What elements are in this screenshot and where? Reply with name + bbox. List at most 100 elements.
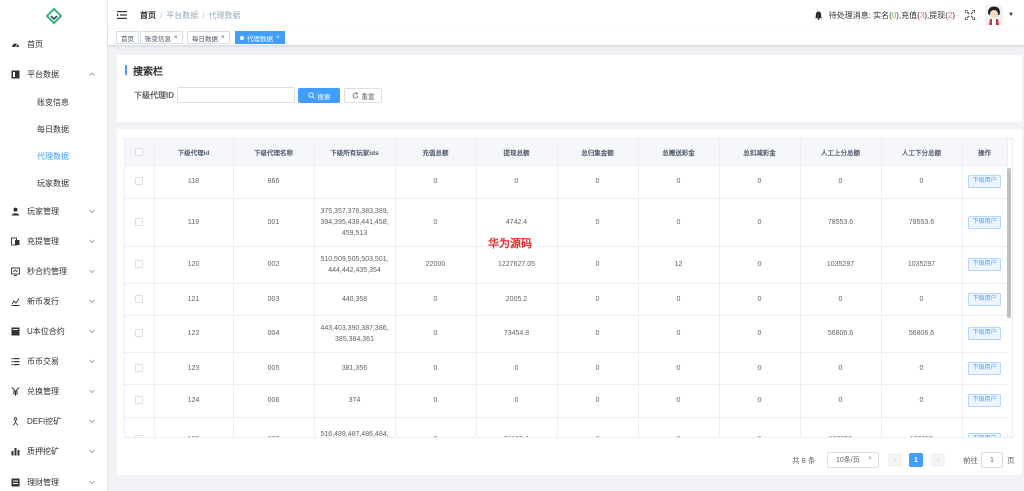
close-icon[interactable]: ×: [276, 35, 280, 41]
sidebar-item-8[interactable]: 兑换管理: [0, 380, 107, 402]
reset-button[interactable]: 重置: [344, 88, 382, 103]
table-cell: 375,357,376,383,389,394,395,438,441,458,…: [314, 198, 396, 247]
sub-users-button[interactable]: 下级用户: [968, 361, 1001, 375]
close-icon[interactable]: ×: [221, 35, 225, 41]
row-select-cell: [125, 165, 155, 199]
table-cell: 0: [395, 352, 477, 385]
column-header: 总赠送彩金: [638, 139, 720, 166]
select-all-checkbox[interactable]: [135, 147, 144, 156]
sidebar-item-2[interactable]: 玩家管理: [0, 200, 107, 222]
tag-0[interactable]: 首页: [116, 31, 139, 44]
column-header: 下级代理名称: [233, 139, 315, 166]
row-checkbox[interactable]: [135, 396, 144, 405]
ucontract-icon: [10, 326, 20, 336]
sidebar-subitem-3[interactable]: 玩家数据: [0, 172, 107, 194]
row-checkbox[interactable]: [135, 260, 144, 269]
row-checkbox[interactable]: [135, 294, 144, 303]
row-select-cell: [125, 315, 155, 353]
sub-agent-id-label: 下级代理ID: [134, 91, 174, 100]
table-row: 123 005 381,356 0 0 0 0 0 0 0 下级用户: [125, 352, 1008, 385]
sidebar-item-9[interactable]: DEFI挖矿: [0, 410, 107, 432]
row-checkbox[interactable]: [135, 177, 144, 186]
sidebar-item-3[interactable]: 充提管理: [0, 230, 107, 252]
row-select-cell: [125, 198, 155, 247]
chevron-up-icon: [88, 70, 96, 78]
chevron-down-icon: [88, 447, 96, 455]
sub-agent-id-input[interactable]: [177, 87, 295, 103]
table-row: 120 002 510,509,505,503,501,444,442,435,35…: [125, 246, 1008, 284]
table-cell: 0: [638, 384, 720, 418]
search-button[interactable]: 搜索: [298, 88, 340, 103]
sidebar-item-7[interactable]: 币币交易: [0, 350, 107, 372]
table-cell: 0: [395, 417, 477, 437]
sub-users-button[interactable]: 下级用户: [968, 433, 1001, 437]
avatar[interactable]: [985, 5, 1003, 25]
sidebar-item-label: DEFI挖矿: [27, 416, 62, 426]
tags-view: 首页 账变信息 × 每日数据 × 代理数据 ×: [108, 30, 1024, 46]
table-cell: 0: [557, 198, 639, 247]
table-cell: 0: [638, 417, 720, 437]
notice-deposit-label: ),充值(: [896, 10, 920, 20]
notice-withdraw-label: ),提现(: [924, 10, 948, 20]
table-cell: 12: [638, 246, 720, 284]
bell-icon[interactable]: [814, 10, 823, 20]
sidebar-item-5[interactable]: 新币发行: [0, 290, 107, 312]
sub-users-button[interactable]: 下级用户: [968, 292, 1001, 306]
table-cell: 007: [233, 417, 315, 437]
pending-notice[interactable]: 待处理消息: 实名(0),充值(3),提现(2): [829, 10, 955, 21]
logo[interactable]: [0, 0, 107, 31]
sidebar-subitem-1[interactable]: 每日数据: [0, 118, 107, 140]
caret-down-icon[interactable]: ▼: [1008, 12, 1014, 18]
data-icon: [10, 69, 20, 79]
row-checkbox[interactable]: [135, 435, 144, 437]
row-select-cell: [125, 384, 155, 418]
page-number-current[interactable]: 1: [909, 453, 923, 467]
sidebar-subitem-2[interactable]: 代理数据: [0, 145, 107, 167]
sidebar-item-4[interactable]: 秒合约管理: [0, 260, 107, 282]
close-icon[interactable]: ×: [174, 35, 178, 41]
operation-cell: 下级用户: [962, 165, 1008, 199]
table-scrollbar[interactable]: [1007, 166, 1011, 434]
tag-2[interactable]: 每日数据 ×: [187, 31, 230, 44]
table-cell: 381,356: [314, 352, 396, 385]
sidebar-item-1[interactable]: 平台数据: [0, 63, 107, 85]
sidebar-item-6[interactable]: U本位合约: [0, 320, 107, 342]
sidebar-item-0[interactable]: 首页: [0, 33, 107, 55]
scrollbar-thumb[interactable]: [1007, 168, 1011, 318]
search-icon: [307, 92, 315, 99]
next-page-button[interactable]: ›: [931, 453, 945, 467]
navbar-right: 待处理消息: 实名(0),充值(3),提现(2) ▼: [814, 0, 1024, 30]
prev-page-button[interactable]: ‹: [888, 453, 902, 467]
yen-icon: [10, 386, 20, 396]
hamburger-icon[interactable]: [117, 10, 127, 20]
goto-page-input[interactable]: [981, 452, 1003, 468]
tag-3[interactable]: 代理数据 ×: [235, 31, 285, 44]
sidebar-item-label: 理财管理: [27, 477, 59, 487]
sub-users-button[interactable]: 下级用户: [968, 175, 1001, 188]
table-cell: 78553.6: [881, 198, 963, 247]
sidebar-item-11[interactable]: 理财管理: [0, 471, 107, 491]
sub-users-button[interactable]: 下级用户: [968, 394, 1001, 407]
sub-users-button[interactable]: 下级用户: [968, 327, 1001, 340]
sidebar-item-10[interactable]: 质押挖矿: [0, 440, 107, 462]
sub-users-button[interactable]: 下级用户: [968, 215, 1001, 229]
sub-users-button[interactable]: 下级用户: [968, 258, 1001, 271]
chevron-down-icon: [88, 327, 96, 335]
page-size-select[interactable]: 10条/页 ▼: [827, 452, 879, 468]
fullscreen-icon[interactable]: [965, 10, 975, 20]
row-checkbox[interactable]: [135, 217, 144, 226]
row-checkbox[interactable]: [135, 363, 144, 372]
table-cell: 0: [881, 165, 963, 199]
row-checkbox[interactable]: [135, 329, 144, 338]
table-row: 121 003 440,358 0 2005.2 0 0 0 0 0 下级用户: [125, 283, 1008, 316]
user-icon: [10, 206, 20, 216]
tag-1[interactable]: 账变信息 ×: [140, 31, 183, 44]
search-card: 搜索栏 下级代理ID 搜索 重置: [117, 55, 1022, 122]
row-select-cell: [125, 352, 155, 385]
table-cell: 124: [154, 384, 234, 418]
sidebar-subitem-0[interactable]: 账变信息: [0, 91, 107, 113]
breadcrumb-home[interactable]: 首页: [140, 10, 156, 21]
chevron-right-icon: ›: [936, 456, 940, 464]
table-cell: 122: [154, 315, 234, 353]
table-cell: 0: [800, 352, 882, 385]
